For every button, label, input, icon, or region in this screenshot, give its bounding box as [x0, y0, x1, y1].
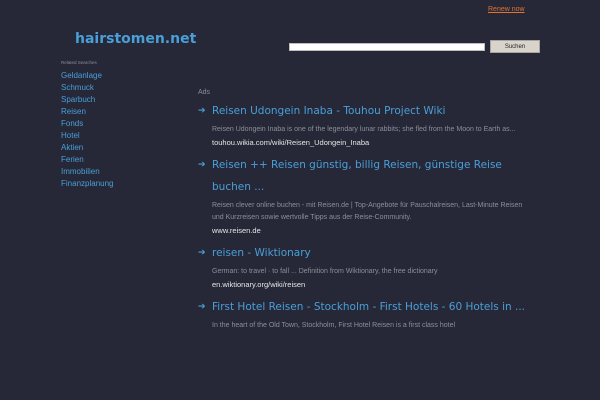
site-logo[interactable]: hairstomen.net [75, 31, 196, 47]
result-title-link[interactable]: reisen - Wiktionary [212, 242, 311, 264]
sidebar-item-fonds[interactable]: Fonds [61, 118, 113, 130]
result-url[interactable]: touhou.wikia.com/wiki/Reisen_Udongein_In… [212, 138, 528, 148]
search-button[interactable]: Suchen [490, 40, 540, 53]
result-url[interactable]: www.reisen.de [212, 226, 528, 236]
arrow-right-icon: ➔ [198, 106, 206, 116]
result-item: ➔ Reisen Udongein Inaba - Touhou Project… [198, 104, 528, 148]
result-title-link[interactable]: Reisen ++ Reisen günstig, billig Reisen,… [212, 154, 528, 198]
ads-label: Ads [198, 89, 211, 96]
sidebar-item-aktien[interactable]: Aktien [61, 142, 113, 154]
ad-results: ➔ Reisen Udongein Inaba - Touhou Project… [198, 104, 528, 342]
result-description: Reisen clever online buchen - mit Reisen… [212, 202, 523, 221]
sidebar-item-reisen[interactable]: Reisen [61, 106, 113, 118]
arrow-right-icon: ➔ [198, 302, 206, 312]
sidebar-item-ferien[interactable]: Ferien [61, 154, 113, 166]
result-title-link[interactable]: First Hotel Reisen - Stockholm - First H… [212, 296, 525, 318]
search-input[interactable] [289, 43, 485, 51]
sidebar-item-geldanlage[interactable]: Geldanlage [61, 70, 113, 82]
renew-now-link[interactable]: Renew now [488, 6, 525, 13]
sidebar-item-sparbuch[interactable]: Sparbuch [61, 94, 113, 106]
result-title-link[interactable]: Reisen Udongein Inaba - Touhou Project W… [212, 100, 445, 122]
related-searches: Related Searches Geldanlage Schmuck Spar… [61, 60, 113, 190]
arrow-right-icon: ➔ [198, 248, 206, 258]
result-title-row: ➔ reisen - Wiktionary [198, 246, 528, 264]
related-searches-heading: Related Searches [61, 60, 97, 65]
sidebar-item-immobilien[interactable]: Immobilien [61, 166, 113, 178]
arrow-right-icon: ➔ [198, 160, 206, 170]
result-description: German: to travel · to fall ... Definiti… [212, 268, 438, 275]
result-title-row: ➔ Reisen Udongein Inaba - Touhou Project… [198, 104, 528, 122]
parked-domain-page: Renew now hairstomen.net Suchen Related … [0, 0, 600, 400]
result-item: ➔ Reisen ++ Reisen günstig, billig Reise… [198, 158, 528, 236]
result-item: ➔ reisen - Wiktionary German: to travel … [198, 246, 528, 290]
related-searches-list: Geldanlage Schmuck Sparbuch Reisen Fonds… [61, 70, 113, 190]
result-description: Reisen Udongein Inaba is one of the lege… [212, 126, 516, 133]
sidebar-item-finanzplanung[interactable]: Finanzplanung [61, 178, 113, 190]
result-item: ➔ First Hotel Reisen - Stockholm - First… [198, 300, 528, 332]
result-description: In the heart of the Old Town, Stockholm,… [212, 322, 456, 329]
result-title-row: ➔ Reisen ++ Reisen günstig, billig Reise… [198, 158, 528, 198]
sidebar-item-schmuck[interactable]: Schmuck [61, 82, 113, 94]
sidebar-item-hotel[interactable]: Hotel [61, 130, 113, 142]
result-title-row: ➔ First Hotel Reisen - Stockholm - First… [198, 300, 528, 318]
result-url[interactable]: en.wiktionary.org/wiki/reisen [212, 280, 528, 290]
